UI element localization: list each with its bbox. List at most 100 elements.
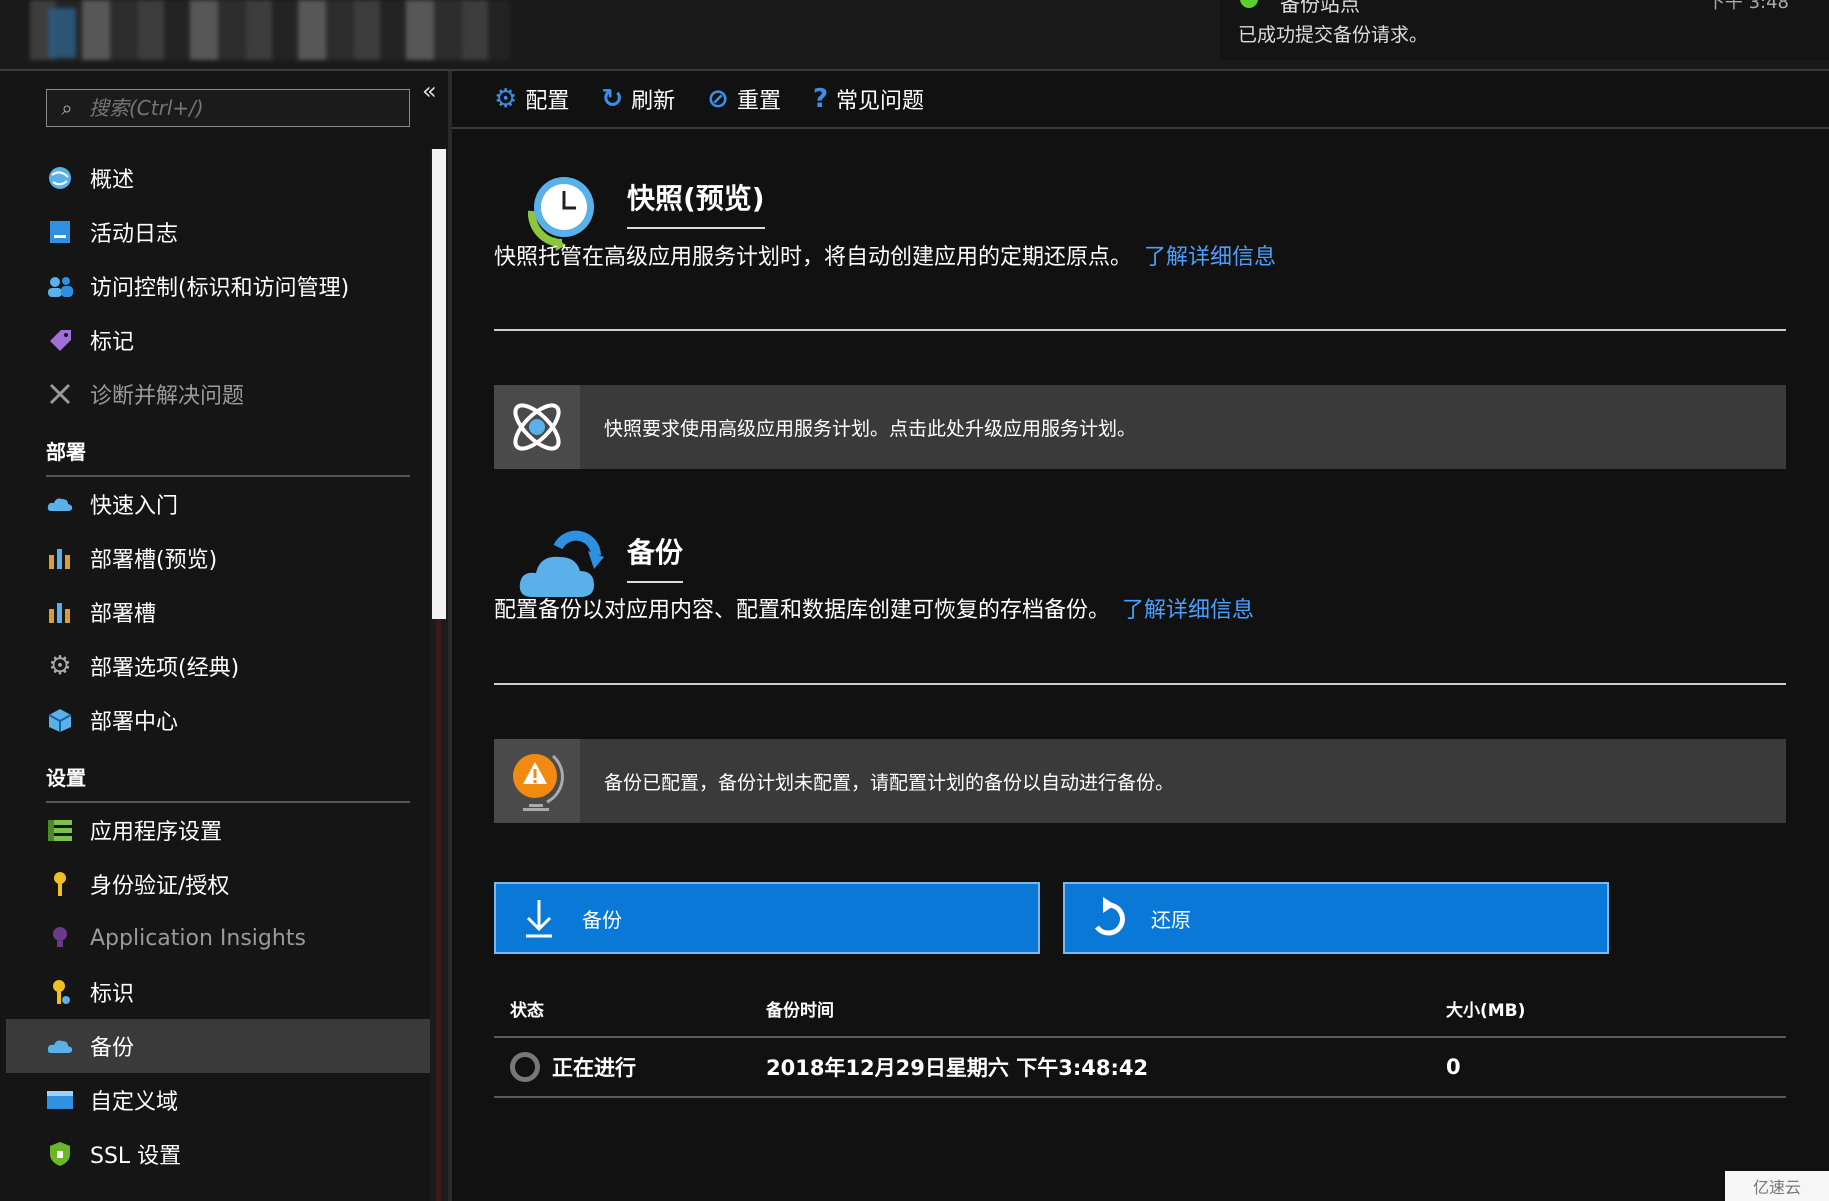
backup-table: 状态 备份时间 大小(MB) 正在进行 2018年12月29日星期六 下午3:4… <box>494 981 1786 1098</box>
column-header-size[interactable]: 大小(MB) <box>1446 996 1786 1021</box>
sidebar-item-access-control[interactable]: 访问控制(标识和访问管理) <box>0 259 430 313</box>
blurred-breadcrumb <box>30 0 510 60</box>
faq-label: 常见问题 <box>836 89 925 114</box>
sidebar-item-backup[interactable]: 备份 <box>6 1019 430 1073</box>
sidebar-item-quickstart[interactable]: 快速入门 <box>0 477 430 531</box>
tools-icon <box>46 380 74 408</box>
block-icon: ⊘ <box>707 84 729 114</box>
snapshot-info-text: 快照要求使用高级应用服务计划。点击此处升级应用服务计划。 <box>604 417 1137 440</box>
sidebar-item-label: SSL 设置 <box>90 1144 182 1169</box>
restore-button-label: 还原 <box>1151 907 1191 932</box>
sidebar-scroll-thumb[interactable] <box>432 149 446 619</box>
sidebar-item-app-settings[interactable]: 应用程序设置 <box>0 803 430 857</box>
backup-warning-text: 备份已配置，备份计划未配置，请配置计划的备份以自动进行备份。 <box>604 771 1175 794</box>
sidebar: ⌕ « 概述 活动日志 访问控制(标识和访问管理) 标记 诊断并解决问题 部署 … <box>0 71 448 1201</box>
title-underline <box>627 227 765 229</box>
slots-icon <box>46 598 74 626</box>
time-cell: 2018年12月29日星期六 下午3:48:42 <box>766 1056 1149 1080</box>
backup-learn-more-link[interactable]: 了解详细信息 <box>1122 598 1254 623</box>
snapshot-info-banner[interactable]: 快照要求使用高级应用服务计划。点击此处升级应用服务计划。 <box>494 385 1786 469</box>
tag-icon <box>46 326 74 354</box>
watermark-logo: 亿速云 <box>1725 1171 1829 1201</box>
bulb-icon <box>46 924 74 952</box>
scroll-edge <box>436 619 441 1201</box>
sidebar-item-ssl[interactable]: SSL 设置 <box>0 1127 430 1181</box>
sidebar-item-label: 访问控制(标识和访问管理) <box>90 276 350 301</box>
shield-icon <box>46 1140 74 1168</box>
sidebar-item-overview[interactable]: 概述 <box>0 151 430 205</box>
status-text: 正在进行 <box>552 1056 636 1080</box>
divider <box>494 329 1786 331</box>
list-icon <box>46 816 74 844</box>
sidebar-item-tags[interactable]: 标记 <box>0 313 430 367</box>
download-icon <box>496 898 582 938</box>
in-progress-icon <box>510 1052 540 1082</box>
restore-button[interactable]: 还原 <box>1063 882 1609 954</box>
sidebar-item-diagnose[interactable]: 诊断并解决问题 <box>0 367 430 421</box>
sidebar-item-auth[interactable]: 身份验证/授权 <box>0 857 430 911</box>
sidebar-item-custom-domain[interactable]: 自定义域 <box>0 1073 430 1127</box>
reset-button[interactable]: ⊘ 重置 <box>707 83 781 115</box>
refresh-label: 刷新 <box>631 89 676 114</box>
backup-title: 备份 <box>627 531 684 583</box>
refresh-icon: ↻ <box>601 84 624 114</box>
backup-button-label: 备份 <box>582 907 622 932</box>
sidebar-item-label: Application Insights <box>90 925 306 951</box>
sidebar-item-label: 部署槽 <box>90 602 157 627</box>
sidebar-item-activity-log[interactable]: 活动日志 <box>0 205 430 259</box>
backup-description: 配置备份以对应用内容、配置和数据库创建可恢复的存档备份。 了解详细信息 <box>494 592 1254 624</box>
backup-title-text: 备份 <box>627 536 684 569</box>
key-icon <box>46 870 74 898</box>
notification-message: 已成功提交备份请求。 <box>1238 24 1429 46</box>
globe-icon <box>46 164 74 192</box>
top-bar: 备份站点 下午 3:48 已成功提交备份请求。 <box>0 0 1829 71</box>
question-icon: ? <box>812 84 829 114</box>
configure-button[interactable]: ⚙ 配置 <box>494 83 569 115</box>
sidebar-item-label: 标记 <box>90 330 135 355</box>
notification-time: 下午 3:48 <box>1706 0 1789 13</box>
notification-title: 备份站点 <box>1280 0 1360 16</box>
sidebar-item-deploy-center[interactable]: 部署中心 <box>0 693 430 747</box>
column-header-status[interactable]: 状态 <box>494 996 766 1021</box>
collapse-sidebar-button[interactable]: « <box>422 77 437 105</box>
restore-icon <box>1065 897 1151 939</box>
backup-warning-banner[interactable]: 备份已配置，备份计划未配置，请配置计划的备份以自动进行备份。 <box>494 739 1786 823</box>
sidebar-item-label: 部署槽(预览) <box>90 548 218 573</box>
upgrade-icon <box>494 385 580 469</box>
notification-toast[interactable]: 备份站点 下午 3:48 已成功提交备份请求。 <box>1220 0 1829 60</box>
sidebar-item-label: 自定义域 <box>90 1090 179 1115</box>
table-row[interactable]: 正在进行 2018年12月29日星期六 下午3:48:42 0 <box>494 1038 1786 1098</box>
search-input[interactable] <box>87 95 391 121</box>
section-heading-deploy: 部署 <box>46 440 86 464</box>
search-box[interactable]: ⌕ <box>46 89 410 127</box>
faq-button[interactable]: ? 常见问题 <box>813 83 924 115</box>
backup-description-text: 配置备份以对应用内容、配置和数据库创建可恢复的存档备份。 <box>494 598 1111 623</box>
backup-button[interactable]: 备份 <box>494 882 1040 954</box>
sidebar-item-label: 应用程序设置 <box>90 820 223 845</box>
size-cell: 0 <box>1446 1055 1461 1079</box>
sidebar-item-label: 快速入门 <box>90 494 179 519</box>
sidebar-item-deploy-options[interactable]: ⚙ 部署选项(经典) <box>0 639 430 693</box>
sidebar-item-slots[interactable]: 部署槽 <box>0 585 430 639</box>
sidebar-item-slots-preview[interactable]: 部署槽(预览) <box>0 531 430 585</box>
sidebar-item-app-insights[interactable]: Application Insights <box>0 911 430 965</box>
key-icon <box>46 978 74 1006</box>
snapshot-description-text: 快照托管在高级应用服务计划时，将自动创建应用的定期还原点。 <box>494 245 1133 270</box>
column-header-time[interactable]: 备份时间 <box>766 996 1446 1021</box>
sidebar-item-label: 概述 <box>90 168 135 193</box>
refresh-button[interactable]: ↻ 刷新 <box>601 83 675 115</box>
divider <box>494 683 1786 685</box>
sidebar-item-identity[interactable]: 标识 <box>0 965 430 1019</box>
table-header: 状态 备份时间 大小(MB) <box>494 981 1786 1038</box>
cloud-icon <box>46 490 74 518</box>
www-icon <box>46 1086 74 1114</box>
gear-icon: ⚙ <box>48 651 72 681</box>
sidebar-item-label: 活动日志 <box>90 222 179 247</box>
snapshot-title-text: 快照(预览) <box>627 182 765 215</box>
log-icon <box>46 218 74 246</box>
main-content: 快照(预览) 快照托管在高级应用服务计划时，将自动创建应用的定期还原点。 了解详细… <box>452 131 1829 1201</box>
sidebar-item-label: 诊断并解决问题 <box>90 384 245 409</box>
snapshot-learn-more-link[interactable]: 了解详细信息 <box>1144 245 1276 270</box>
title-underline <box>627 581 684 583</box>
warning-icon <box>494 739 580 823</box>
